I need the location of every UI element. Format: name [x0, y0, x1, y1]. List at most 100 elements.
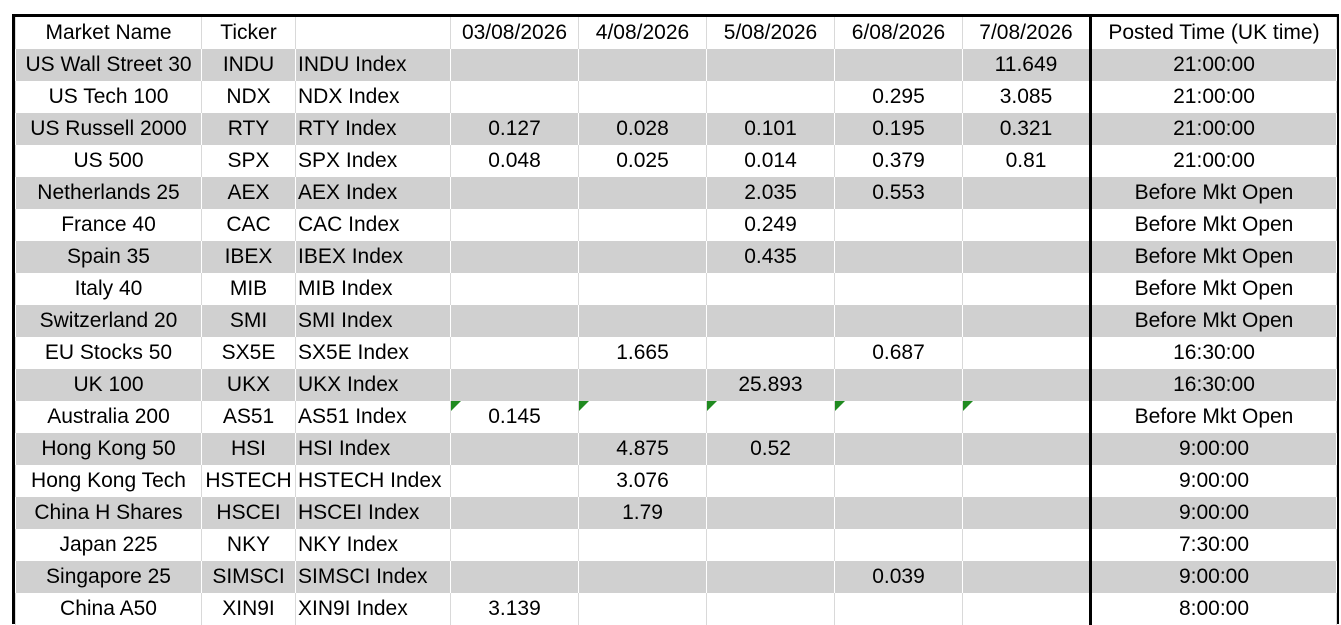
cell-date-1[interactable] [450, 529, 579, 561]
cell-ticker[interactable]: RTY [201, 113, 296, 145]
cell-bbg-ticker[interactable]: NKY Index [295, 529, 451, 561]
cell-date-2[interactable] [578, 305, 707, 337]
cell-date-5[interactable] [962, 433, 1091, 465]
cell-date-4[interactable]: 0.687 [834, 337, 963, 369]
cell-posted-time[interactable]: 9:00:00 [1089, 433, 1337, 465]
cell-date-3[interactable] [706, 49, 835, 81]
cell-date-2[interactable] [578, 401, 707, 433]
cell-date-4[interactable] [834, 209, 963, 241]
cell-date-5[interactable] [962, 497, 1091, 529]
header-date-5[interactable]: 7/08/2026 [962, 17, 1091, 49]
cell-market-name[interactable]: Japan 225 [15, 529, 202, 561]
cell-market-name[interactable]: China A50 [15, 593, 202, 625]
cell-date-5[interactable] [962, 337, 1091, 369]
cell-date-1[interactable] [450, 305, 579, 337]
cell-posted-time[interactable]: Before Mkt Open [1089, 273, 1337, 305]
cell-date-3[interactable]: 0.435 [706, 241, 835, 273]
cell-date-4[interactable] [834, 465, 963, 497]
cell-market-name[interactable]: Italy 40 [15, 273, 202, 305]
cell-date-1[interactable] [450, 561, 579, 593]
cell-market-name[interactable]: France 40 [15, 209, 202, 241]
cell-date-4[interactable]: 0.553 [834, 177, 963, 209]
cell-date-1[interactable] [450, 497, 579, 529]
cell-date-3[interactable] [706, 593, 835, 625]
cell-bbg-ticker[interactable]: NDX Index [295, 81, 451, 113]
cell-date-2[interactable]: 0.025 [578, 145, 707, 177]
cell-date-2[interactable] [578, 177, 707, 209]
cell-ticker[interactable]: IBEX [201, 241, 296, 273]
header-date-4[interactable]: 6/08/2026 [834, 17, 963, 49]
cell-posted-time[interactable]: Before Mkt Open [1089, 209, 1337, 241]
header-ticker[interactable]: Ticker [201, 17, 296, 49]
cell-market-name[interactable]: US Wall Street 30 [15, 49, 202, 81]
cell-date-1[interactable] [450, 465, 579, 497]
cell-date-5[interactable] [962, 561, 1091, 593]
cell-date-3[interactable]: 2.035 [706, 177, 835, 209]
cell-date-1[interactable]: 0.127 [450, 113, 579, 145]
cell-bbg-ticker[interactable]: SX5E Index [295, 337, 451, 369]
cell-date-2[interactable] [578, 593, 707, 625]
cell-date-5[interactable]: 11.649 [962, 49, 1091, 81]
cell-posted-time[interactable]: 21:00:00 [1089, 49, 1337, 81]
cell-date-5[interactable] [962, 273, 1091, 305]
cell-date-4[interactable] [834, 401, 963, 433]
cell-posted-time[interactable]: Before Mkt Open [1089, 401, 1337, 433]
cell-ticker[interactable]: MIB [201, 273, 296, 305]
cell-date-3[interactable]: 0.101 [706, 113, 835, 145]
cell-bbg-ticker[interactable]: HSI Index [295, 433, 451, 465]
cell-market-name[interactable]: Australia 200 [15, 401, 202, 433]
cell-date-1[interactable] [450, 241, 579, 273]
cell-date-5[interactable] [962, 241, 1091, 273]
cell-date-4[interactable] [834, 433, 963, 465]
cell-bbg-ticker[interactable]: CAC Index [295, 209, 451, 241]
cell-ticker[interactable]: XIN9I [201, 593, 296, 625]
cell-date-1[interactable] [450, 81, 579, 113]
cell-posted-time[interactable]: 16:30:00 [1089, 337, 1337, 369]
cell-posted-time[interactable]: Before Mkt Open [1089, 241, 1337, 273]
cell-posted-time[interactable]: 9:00:00 [1089, 497, 1337, 529]
cell-date-3[interactable] [706, 81, 835, 113]
cell-bbg-ticker[interactable]: INDU Index [295, 49, 451, 81]
header-market-name[interactable]: Market Name [15, 17, 202, 49]
cell-market-name[interactable]: US Tech 100 [15, 81, 202, 113]
cell-market-name[interactable]: Hong Kong 50 [15, 433, 202, 465]
cell-ticker[interactable]: SMI [201, 305, 296, 337]
cell-bbg-ticker[interactable]: SPX Index [295, 145, 451, 177]
cell-date-5[interactable] [962, 593, 1091, 625]
cell-date-5[interactable] [962, 305, 1091, 337]
cell-date-4[interactable]: 0.039 [834, 561, 963, 593]
cell-date-4[interactable] [834, 305, 963, 337]
cell-date-5[interactable] [962, 401, 1091, 433]
cell-date-1[interactable]: 0.048 [450, 145, 579, 177]
cell-date-1[interactable] [450, 209, 579, 241]
cell-date-5[interactable] [962, 209, 1091, 241]
cell-market-name[interactable]: Spain 35 [15, 241, 202, 273]
cell-date-4[interactable] [834, 593, 963, 625]
cell-date-1[interactable] [450, 369, 579, 401]
cell-bbg-ticker[interactable]: HSTECH Index [295, 465, 451, 497]
cell-bbg-ticker[interactable]: IBEX Index [295, 241, 451, 273]
cell-ticker[interactable]: NDX [201, 81, 296, 113]
cell-posted-time[interactable]: 21:00:00 [1089, 145, 1337, 177]
cell-market-name[interactable]: China H Shares [15, 497, 202, 529]
cell-ticker[interactable]: HSCEI [201, 497, 296, 529]
cell-date-2[interactable]: 1.665 [578, 337, 707, 369]
cell-date-3[interactable]: 0.014 [706, 145, 835, 177]
cell-date-1[interactable]: 0.145 [450, 401, 579, 433]
cell-date-4[interactable] [834, 241, 963, 273]
cell-posted-time[interactable]: 16:30:00 [1089, 369, 1337, 401]
cell-bbg-ticker[interactable]: UKX Index [295, 369, 451, 401]
header-posted-time[interactable]: Posted Time (UK time) [1089, 17, 1337, 49]
cell-posted-time[interactable]: 7:30:00 [1089, 529, 1337, 561]
cell-market-name[interactable]: Netherlands 25 [15, 177, 202, 209]
cell-bbg-ticker[interactable]: MIB Index [295, 273, 451, 305]
cell-bbg-ticker[interactable]: RTY Index [295, 113, 451, 145]
cell-market-name[interactable]: Hong Kong Tech [15, 465, 202, 497]
cell-date-5[interactable] [962, 177, 1091, 209]
cell-posted-time[interactable]: 8:00:00 [1089, 593, 1337, 625]
cell-date-4[interactable]: 0.379 [834, 145, 963, 177]
cell-market-name[interactable]: UK 100 [15, 369, 202, 401]
cell-market-name[interactable]: US 500 [15, 145, 202, 177]
cell-date-3[interactable] [706, 497, 835, 529]
cell-market-name[interactable]: Switzerland 20 [15, 305, 202, 337]
